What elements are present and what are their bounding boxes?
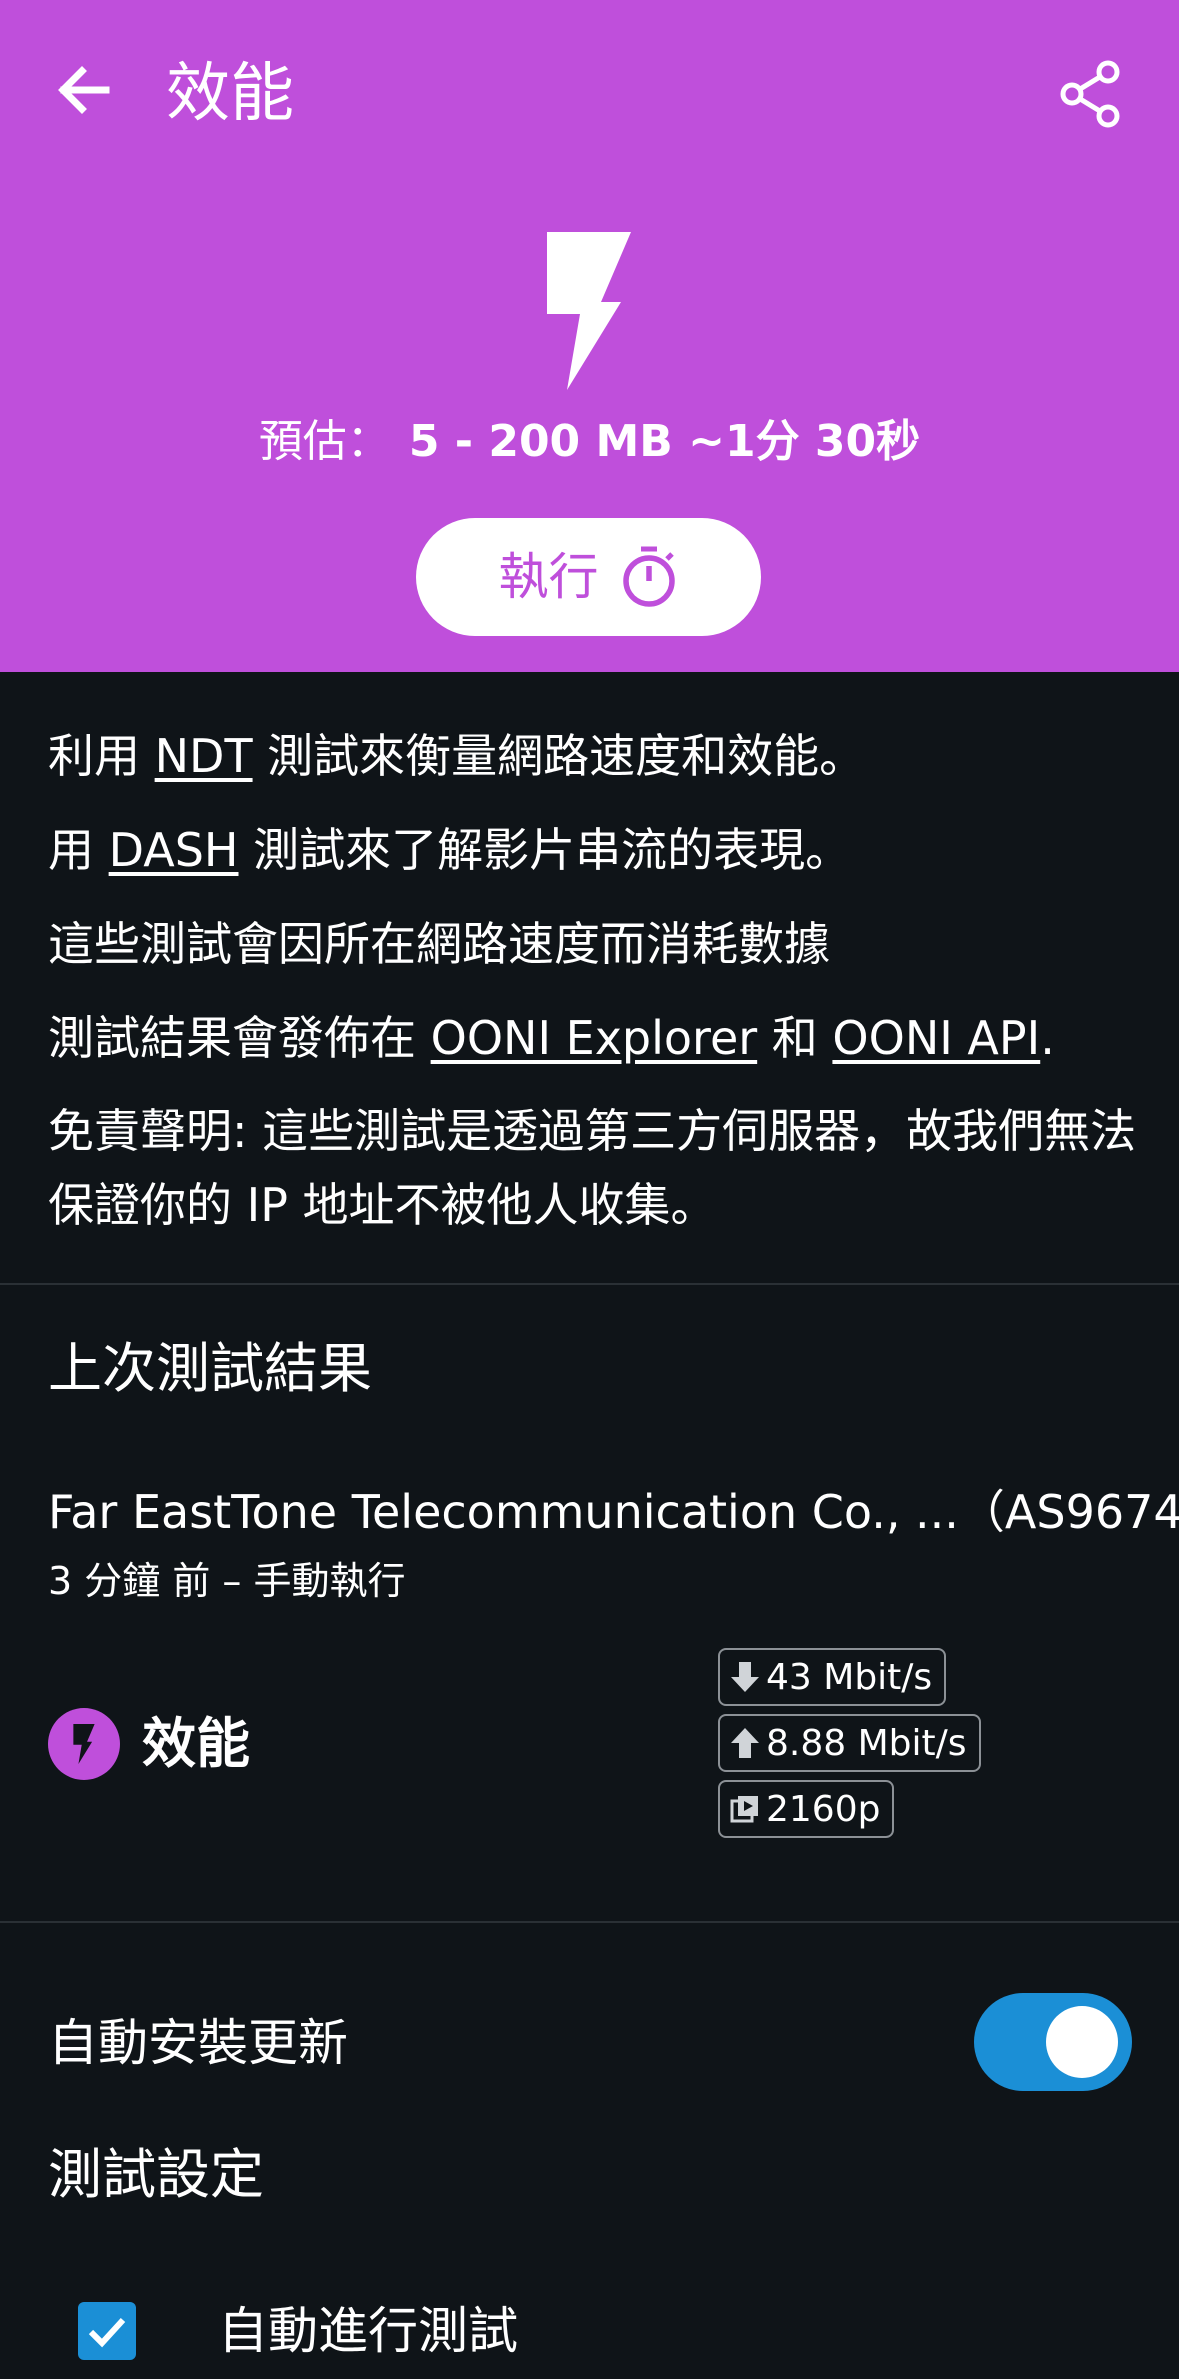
description-line-data-usage: 這些測試會因所在網路速度而消耗數據 [48, 917, 830, 971]
auto-update-toggle[interactable] [974, 1993, 1132, 2091]
lightning-bolt-icon [48, 1708, 120, 1780]
ndt-link[interactable]: NDT [155, 729, 253, 783]
download-speed-value: 43 Mbit/s [766, 1656, 933, 1698]
description-text: 測試來衡量網路速度和效能。 [252, 729, 866, 783]
description-text: 測試結果會發佈在 [48, 1011, 431, 1065]
divider [0, 1921, 1179, 1923]
estimate-text: 預估： 5 - 200 MB ~1分 30秒 [0, 412, 1179, 472]
run-button-label: 執行 [498, 548, 599, 606]
share-icon [1060, 60, 1120, 128]
description-text: 利用 [48, 729, 155, 783]
dash-link[interactable]: DASH [109, 823, 239, 877]
description-text: 測試來了解影片串流的表現。 [238, 823, 852, 877]
app-header: 效能 預估： 5 - 200 MB ~1分 30秒 執行 [0, 0, 1179, 672]
download-speed-badge: 43 Mbit/s [718, 1648, 947, 1706]
run-button[interactable]: 執行 [416, 518, 761, 636]
auto-update-label: 自動安裝更新 [48, 2014, 348, 2072]
description-line-ndt: 利用 NDT 測試來衡量網路速度和效能。 [48, 728, 1138, 784]
disclaimer-text: 免責聲明: 這些測試是透過第三方伺服器，故我們無法保證你的 IP 地址不被他人收… [48, 1104, 1137, 1232]
description-text: 和 [757, 1011, 833, 1065]
auto-run-checkbox[interactable] [78, 2302, 136, 2360]
back-button[interactable] [52, 58, 116, 122]
arrow-left-icon [58, 66, 110, 114]
share-button[interactable] [1058, 60, 1122, 128]
auto-run-label: 自動進行測試 [218, 2302, 518, 2360]
test-settings-title: 測試設定 [48, 2143, 264, 2206]
ooni-api-link[interactable]: OONI API [832, 1011, 1040, 1065]
upload-arrow-icon [731, 1728, 759, 1758]
lightning-bolt-icon [547, 232, 631, 390]
last-results-title: 上次測試結果 [48, 1337, 372, 1400]
video-icon [730, 1796, 758, 1823]
divider [0, 1283, 1179, 1285]
estimate-label: 預估： [258, 416, 391, 467]
video-quality-value: 2160p [766, 1788, 881, 1830]
upload-speed-value: 8.88 Mbit/s [766, 1722, 967, 1764]
description-line-dash: 用 DASH 測試來了解影片串流的表現。 [48, 822, 1138, 878]
network-name: Far EastTone Telecommunication Co., ...（… [48, 1485, 1179, 1539]
download-arrow-icon [731, 1662, 759, 1692]
test-description: 利用 NDT 測試來衡量網路速度和效能。 用 DASH 測試來了解影片串流的表現… [48, 728, 1138, 1280]
description-text: 用 [48, 823, 109, 877]
toggle-knob [1046, 2006, 1118, 2078]
ooni-explorer-link[interactable]: OONI Explorer [431, 1011, 758, 1065]
description-text: . [1040, 1011, 1055, 1065]
estimate-value: 5 - 200 MB ~1分 30秒 [408, 416, 921, 467]
page-title: 效能 [166, 57, 294, 131]
test-name: 效能 [142, 1712, 250, 1775]
description-line-publish: 測試結果會發佈在 OONI Explorer 和 OONI API. [48, 1010, 1138, 1066]
upload-speed-badge: 8.88 Mbit/s [718, 1714, 981, 1772]
checkmark-icon [88, 2317, 126, 2348]
video-quality-badge: 2160p [718, 1780, 895, 1838]
stopwatch-icon [622, 546, 675, 607]
run-meta: 3 分鐘 前 – 手動執行 [48, 1559, 406, 1603]
